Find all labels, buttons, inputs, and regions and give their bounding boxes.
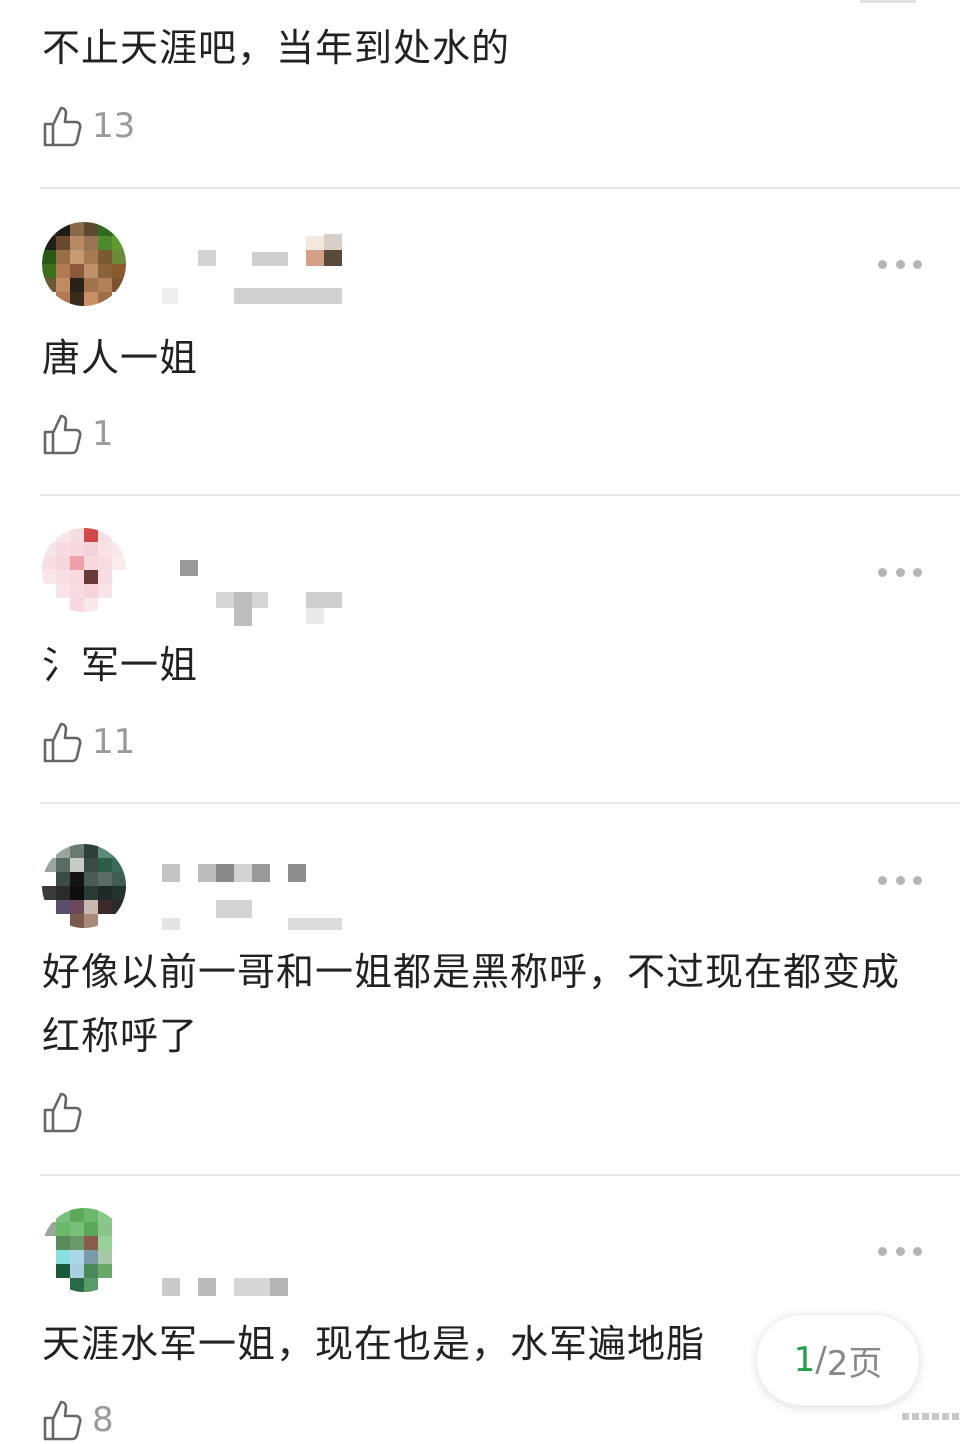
- top-edge-fragment: [860, 0, 916, 3]
- page-indicator-button[interactable]: 1 / 2页: [756, 1314, 920, 1406]
- more-dots-icon: [878, 1246, 887, 1256]
- more-dots-icon: [878, 567, 887, 577]
- like-button[interactable]: 13: [42, 102, 135, 150]
- divider: [40, 494, 960, 496]
- watermark-fragment: [902, 1413, 960, 1423]
- like-count: 8: [92, 1400, 114, 1440]
- like-button[interactable]: [42, 1088, 92, 1136]
- like-button[interactable]: 1: [42, 410, 114, 458]
- avatar[interactable]: [42, 222, 126, 306]
- like-button[interactable]: 8: [42, 1396, 114, 1444]
- username-blurred[interactable]: [160, 232, 350, 316]
- avatar[interactable]: [42, 528, 126, 612]
- thumbs-up-icon: [43, 722, 82, 763]
- like-count: 1: [92, 414, 114, 454]
- thumbs-up-icon: [43, 414, 82, 455]
- like-count: 13: [92, 106, 136, 146]
- thumbs-up-icon: [43, 1400, 82, 1441]
- comment-text: 氵军一姐: [42, 643, 199, 687]
- page-separator: /: [815, 1340, 827, 1380]
- avatar[interactable]: [42, 1208, 126, 1292]
- more-options-button[interactable]: [878, 256, 922, 272]
- avatar[interactable]: [42, 844, 126, 928]
- thumbs-up-icon: [43, 1092, 82, 1133]
- thumbs-up-icon: [43, 106, 82, 147]
- more-options-button[interactable]: [878, 564, 922, 580]
- more-options-button[interactable]: [878, 872, 922, 888]
- username-blurred[interactable]: [160, 856, 350, 940]
- username-blurred[interactable]: [160, 1220, 350, 1304]
- divider: [40, 802, 960, 804]
- like-count: 11: [92, 722, 136, 762]
- more-options-button[interactable]: [878, 1243, 922, 1259]
- comment-text: 唐人一姐: [42, 336, 199, 380]
- comment-text: 天涯水军一姐，现在也是，水军遍地脂: [42, 1322, 706, 1366]
- divider: [40, 1174, 960, 1176]
- more-dots-icon: [878, 875, 887, 885]
- comment-text: 不止天涯吧，当年到处水的: [42, 26, 511, 70]
- username-blurred[interactable]: [160, 540, 350, 626]
- divider: [40, 187, 960, 189]
- total-pages: 2页: [826, 1343, 883, 1384]
- like-button[interactable]: 11: [42, 718, 135, 766]
- comment-text: 好像以前一哥和一姐都是黑称呼，不过现在都变成红称呼了: [42, 950, 901, 1058]
- more-dots-icon: [878, 259, 887, 269]
- current-page: 1: [793, 1340, 816, 1380]
